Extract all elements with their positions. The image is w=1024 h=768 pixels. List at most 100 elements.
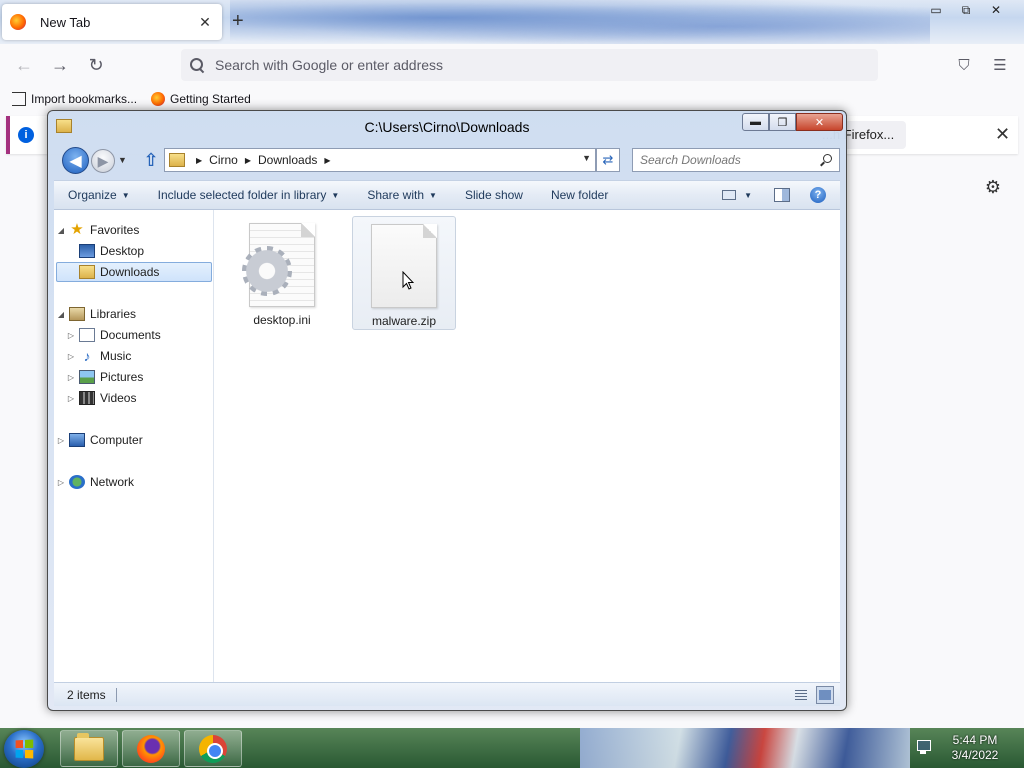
change-view-icon[interactable] <box>722 190 737 200</box>
address-row: ◀ ▶ ▼ ⇧ ▶ Cirno ▶ Downloads ▶ ▼ ⇄ Search… <box>58 145 842 175</box>
history-dropdown[interactable]: ▼ <box>118 155 127 165</box>
minimize-button[interactable]: ▭ <box>921 0 951 20</box>
breadcrumb-downloads[interactable]: Downloads <box>258 153 317 167</box>
collapsed-arrow-icon[interactable]: ▷ <box>56 436 66 445</box>
notice-close-icon[interactable]: ✕ <box>995 124 1010 145</box>
nav-item-downloads[interactable]: Downloads <box>56 262 212 282</box>
network-tray-icon[interactable] <box>914 738 932 756</box>
collapsed-arrow-icon[interactable]: ▷ <box>56 478 66 487</box>
file-item[interactable]: desktop.ini <box>230 216 334 330</box>
minimize-button[interactable]: ▬ <box>742 113 769 131</box>
preview-pane-icon[interactable] <box>774 188 790 202</box>
downloads-folder-icon <box>79 265 95 279</box>
new-tab-button[interactable]: + <box>232 10 244 33</box>
nav-label: Documents <box>100 328 161 342</box>
menu-icon[interactable]: ☰ <box>988 53 1012 77</box>
address-dropdown-icon[interactable]: ▼ <box>582 153 591 163</box>
wallpaper-strip <box>580 728 910 768</box>
documents-icon <box>79 328 95 342</box>
pocket-icon[interactable]: ⛉ <box>952 53 976 77</box>
nav-label: Pictures <box>100 370 144 384</box>
nav-item-favorites[interactable]: ◢ ★ Favorites <box>56 220 214 240</box>
search-placeholder: Search Downloads <box>640 153 741 167</box>
firefox-icon <box>10 14 26 30</box>
nav-item-videos[interactable]: ▷ Videos <box>66 388 212 408</box>
expanded-arrow-icon[interactable]: ◢ <box>56 226 66 235</box>
organize-button[interactable]: Organize ▼ <box>54 188 144 202</box>
nav-item-music[interactable]: ▷ ♪ Music <box>66 346 212 366</box>
new-folder-button[interactable]: New folder <box>537 188 622 202</box>
close-window-button[interactable]: ✕ <box>981 0 1011 20</box>
refresh-button[interactable]: ⇄ <box>596 148 620 172</box>
include-in-library-button[interactable]: Include selected folder in library ▼ <box>144 188 354 202</box>
taskbar-explorer-button[interactable] <box>60 730 118 767</box>
network-icon <box>69 475 85 489</box>
large-icons-view-icon[interactable] <box>816 686 834 704</box>
search-icon <box>189 57 205 73</box>
search-input[interactable]: Search Downloads <box>632 148 840 172</box>
bookmarks-toolbar: Import bookmarks... Getting Started <box>0 86 1024 112</box>
details-view-icon[interactable] <box>792 686 810 704</box>
collapsed-arrow-icon[interactable]: ▷ <box>66 394 76 403</box>
tab-title: New Tab <box>40 14 91 30</box>
share-with-button[interactable]: Share with ▼ <box>353 188 451 202</box>
folder-icon <box>74 732 104 761</box>
bookmark-getting-started[interactable]: Getting Started <box>151 92 251 106</box>
forward-button[interactable]: ▶ <box>91 149 115 173</box>
up-folder-button[interactable]: ⇧ <box>142 150 160 170</box>
tab-close-icon[interactable]: ✕ <box>196 14 214 31</box>
breadcrumb-separator[interactable]: ▶ <box>324 156 330 165</box>
forward-arrow-icon[interactable]: → <box>48 53 72 77</box>
chevron-down-icon[interactable]: ▼ <box>744 191 752 200</box>
nav-label: Music <box>100 349 132 363</box>
mouse-cursor-icon <box>402 271 414 290</box>
taskbar-chrome-button[interactable] <box>184 730 242 767</box>
breadcrumb-cirno[interactable]: Cirno <box>209 153 238 167</box>
address-bar[interactable]: ▶ Cirno ▶ Downloads ▶ ▼ <box>164 148 596 172</box>
chevron-down-icon: ▼ <box>121 190 130 200</box>
nav-label: Downloads <box>100 265 160 279</box>
collapsed-arrow-icon[interactable]: ▷ <box>66 352 76 361</box>
back-button[interactable]: ◀ <box>62 147 89 174</box>
blank-file-icon <box>371 224 437 308</box>
file-name: malware.zip <box>371 314 437 328</box>
nav-item-pictures[interactable]: ▷ Pictures <box>66 367 212 387</box>
url-placeholder: Search with Google or enter address <box>215 57 444 73</box>
explorer-window-controls: ▬ ❐ ✕ <box>742 113 843 131</box>
browser-window-controls: ▭ ⧉ ✕ <box>921 0 1011 20</box>
nav-item-documents[interactable]: ▷ Documents <box>66 325 212 345</box>
reload-icon[interactable]: ↻ <box>84 53 108 77</box>
nav-item-computer[interactable]: ▷ Computer <box>56 430 214 450</box>
breadcrumb-separator[interactable]: ▶ <box>245 156 251 165</box>
nav-item-network[interactable]: ▷ Network <box>56 472 214 492</box>
slide-show-button[interactable]: Slide show <box>451 188 537 202</box>
close-button[interactable]: ✕ <box>796 113 843 131</box>
tab-new-tab[interactable]: New Tab ✕ <box>2 4 222 40</box>
include-label: Include selected folder in library <box>157 188 327 202</box>
clock-time: 5:44 PM <box>952 733 998 747</box>
maximize-button[interactable]: ❐ <box>769 113 796 131</box>
gear-icon[interactable]: ⚙ <box>984 178 1002 196</box>
system-clock[interactable]: 5:44 PM 3/4/2022 <box>940 733 1010 763</box>
collapsed-arrow-icon[interactable]: ▷ <box>66 373 76 382</box>
explorer-window: C:\Users\Cirno\Downloads ▬ ❐ ✕ ◀ ▶ ▼ ⇧ ▶… <box>47 110 847 711</box>
bookmark-import[interactable]: Import bookmarks... <box>12 92 137 106</box>
collapsed-arrow-icon[interactable]: ▷ <box>66 331 76 340</box>
libraries-icon <box>69 307 85 321</box>
breadcrumb-separator[interactable]: ▶ <box>196 156 202 165</box>
nav-item-libraries[interactable]: ◢ Libraries <box>56 304 214 324</box>
file-item[interactable]: malware.zip <box>352 216 456 330</box>
tab-strip-background <box>230 0 930 44</box>
expanded-arrow-icon[interactable]: ◢ <box>56 310 66 319</box>
back-arrow-icon[interactable]: ← <box>12 53 36 77</box>
taskbar-firefox-button[interactable] <box>122 730 180 767</box>
help-icon[interactable]: ? <box>810 187 826 203</box>
music-icon: ♪ <box>83 348 91 364</box>
start-button[interactable] <box>4 730 44 768</box>
url-bar[interactable]: Search with Google or enter address <box>181 49 878 81</box>
bookmark-label: Getting Started <box>170 92 251 106</box>
nav-item-desktop[interactable]: Desktop <box>66 241 212 261</box>
restore-button[interactable]: ⧉ <box>951 0 981 20</box>
chevron-down-icon: ▼ <box>429 190 437 200</box>
gear-overlay-icon <box>242 246 292 296</box>
